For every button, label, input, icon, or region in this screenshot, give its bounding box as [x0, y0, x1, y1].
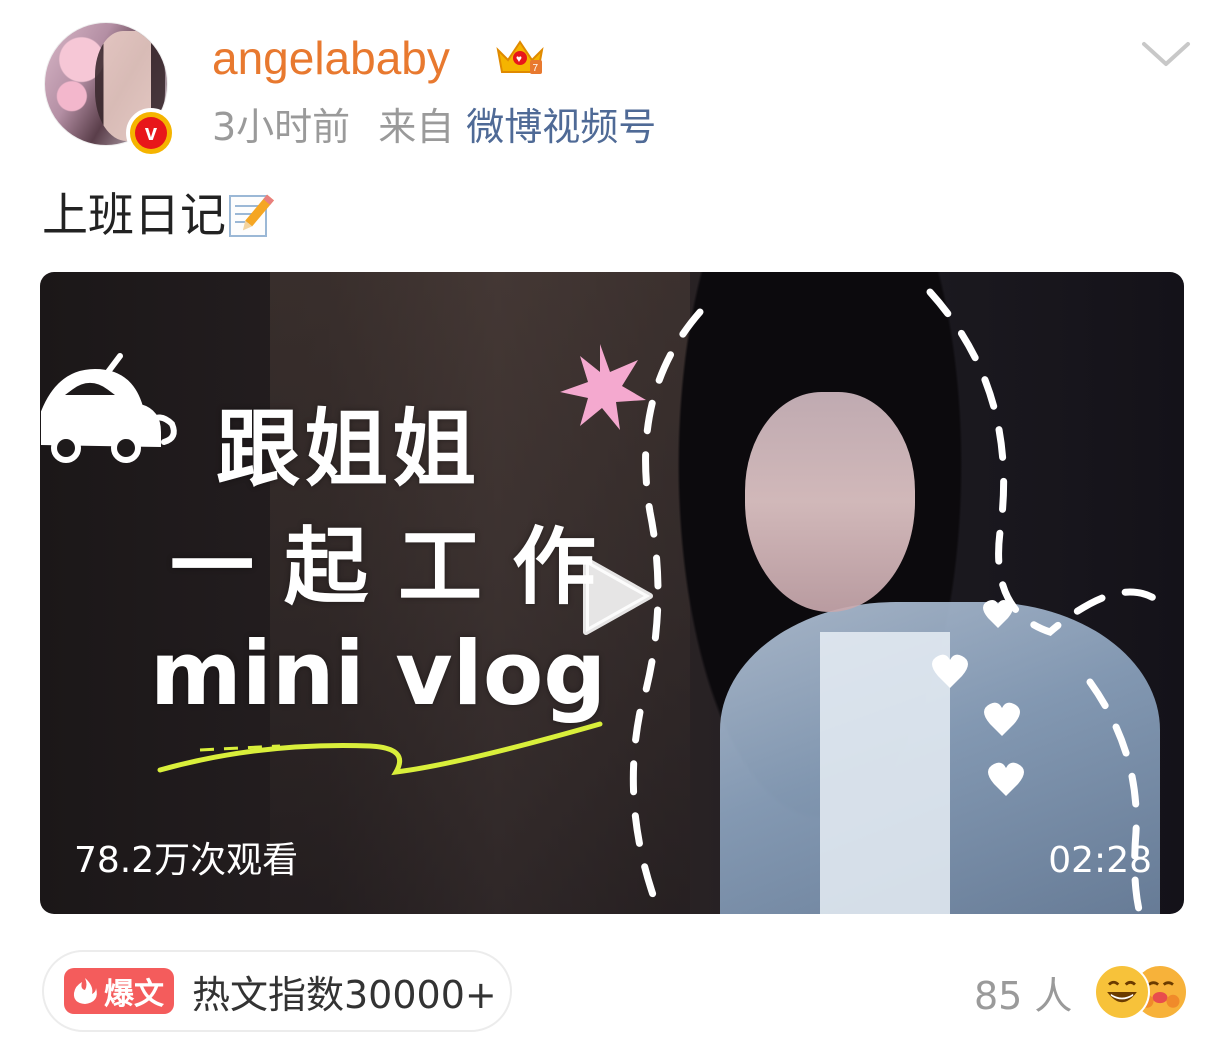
video-duration: 02:28	[1048, 840, 1152, 881]
chevron-down-icon[interactable]	[1140, 38, 1192, 70]
from-label: 来自	[378, 105, 455, 149]
memo-pencil-icon	[229, 194, 274, 237]
reaction-count: 85 人	[974, 973, 1073, 1018]
hot-badge: 爆文	[64, 968, 174, 1014]
source-link[interactable]: 微博视频号	[466, 105, 656, 149]
hot-index-pill[interactable]: 爆文 热文指数30000+	[42, 950, 512, 1032]
svg-text:7: 7	[533, 63, 539, 74]
video-title-line-2: 一起工作	[170, 518, 627, 616]
video-title-line-1: 跟姐姐	[216, 400, 481, 498]
crown-icon[interactable]: ♥ 7	[494, 36, 546, 78]
video-title-line-3: mini vlog	[150, 622, 607, 725]
post-text: 上班日记	[42, 186, 276, 244]
svg-text:♥: ♥	[516, 54, 522, 65]
fire-icon	[73, 978, 97, 1004]
play-icon[interactable]	[580, 554, 656, 638]
reactions[interactable]: 85 人	[974, 962, 1189, 1022]
username[interactable]: angelababy	[212, 30, 450, 86]
post-text-content: 上班日记	[42, 188, 226, 242]
verified-badge-icon: v	[126, 108, 176, 158]
hot-badge-label: 爆文	[104, 977, 164, 1012]
post-time: 3小时前	[212, 105, 351, 149]
hot-index-text: 热文指数30000+	[192, 972, 497, 1017]
post-meta: 3小时前 来自 微博视频号	[212, 102, 656, 152]
view-count: 78.2万次观看	[74, 840, 299, 881]
video-player[interactable]: 跟姐姐 一起工作 mini vlog 78.2万次观看 02:28	[40, 272, 1184, 914]
